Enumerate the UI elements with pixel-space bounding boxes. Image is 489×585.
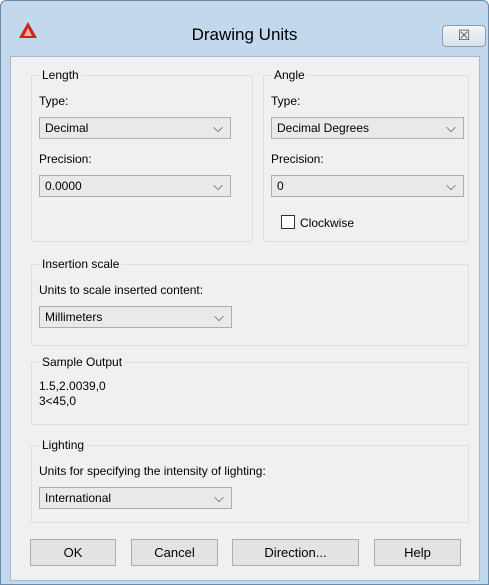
sample-output-line-2: 3<45,0	[39, 394, 77, 408]
angle-group: Angle Type: Decimal Degrees ⌵ Precision:…	[263, 67, 469, 242]
insertion-scale-group: Insertion scale Units to scale inserted …	[31, 256, 469, 346]
angle-legend: Angle	[271, 67, 308, 83]
length-group: Length Type: Decimal ⌵ Precision: 0.0000…	[31, 67, 253, 242]
close-icon: ☒	[457, 27, 471, 43]
help-button[interactable]: Help	[374, 539, 461, 566]
insertion-units-select[interactable]: Millimeters ⌵	[39, 306, 232, 328]
clockwise-checkbox[interactable]	[281, 215, 295, 229]
chevron-down-icon: ⌵	[446, 178, 456, 193]
title-bar: Drawing Units ☒	[1, 1, 488, 47]
drawing-units-dialog: Drawing Units ☒ Length Type: Decimal ⌵ P…	[0, 0, 489, 585]
angle-type-label: Type:	[271, 94, 301, 108]
direction-button[interactable]: Direction...	[232, 539, 359, 566]
angle-type-select[interactable]: Decimal Degrees ⌵	[271, 117, 464, 139]
length-precision-label: Precision:	[39, 152, 92, 166]
length-legend: Length	[39, 67, 82, 83]
clockwise-label: Clockwise	[300, 216, 355, 230]
length-type-select[interactable]: Decimal ⌵	[39, 117, 231, 139]
lighting-units-select[interactable]: International ⌵	[39, 487, 232, 509]
length-precision-select[interactable]: 0.0000 ⌵	[39, 175, 231, 197]
angle-type-value: Decimal Degrees	[277, 121, 370, 135]
chevron-down-icon: ⌵	[213, 178, 223, 193]
chevron-down-icon: ⌵	[213, 120, 223, 135]
length-type-value: Decimal	[45, 121, 89, 135]
chevron-down-icon: ⌵	[446, 120, 456, 135]
dialog-body: Length Type: Decimal ⌵ Precision: 0.0000…	[10, 56, 480, 581]
insertion-scale-label: Units to scale inserted content:	[39, 283, 204, 297]
lighting-label: Units for specifying the intensity of li…	[39, 464, 266, 478]
lighting-group: Lighting Units for specifying the intens…	[31, 437, 469, 523]
sample-output-legend: Sample Output	[39, 354, 126, 370]
sample-output-line-1: 1.5,2.0039,0	[39, 379, 106, 393]
chevron-down-icon: ⌵	[214, 309, 224, 324]
angle-precision-value: 0	[277, 179, 284, 193]
close-button[interactable]: ☒	[442, 25, 486, 47]
chevron-down-icon: ⌵	[214, 490, 224, 505]
dialog-title: Drawing Units	[191, 25, 298, 44]
cancel-button[interactable]: Cancel	[131, 539, 218, 566]
sample-output-group: Sample Output 1.5,2.0039,0 3<45,0	[31, 354, 469, 425]
insertion-units-value: Millimeters	[45, 310, 103, 324]
length-precision-value: 0.0000	[45, 179, 82, 193]
lighting-units-value: International	[45, 491, 112, 505]
ok-button[interactable]: OK	[30, 539, 116, 566]
insertion-scale-legend: Insertion scale	[39, 256, 123, 272]
angle-precision-select[interactable]: 0 ⌵	[271, 175, 464, 197]
angle-precision-label: Precision:	[271, 152, 324, 166]
lighting-legend: Lighting	[39, 437, 88, 453]
length-type-label: Type:	[39, 94, 69, 108]
